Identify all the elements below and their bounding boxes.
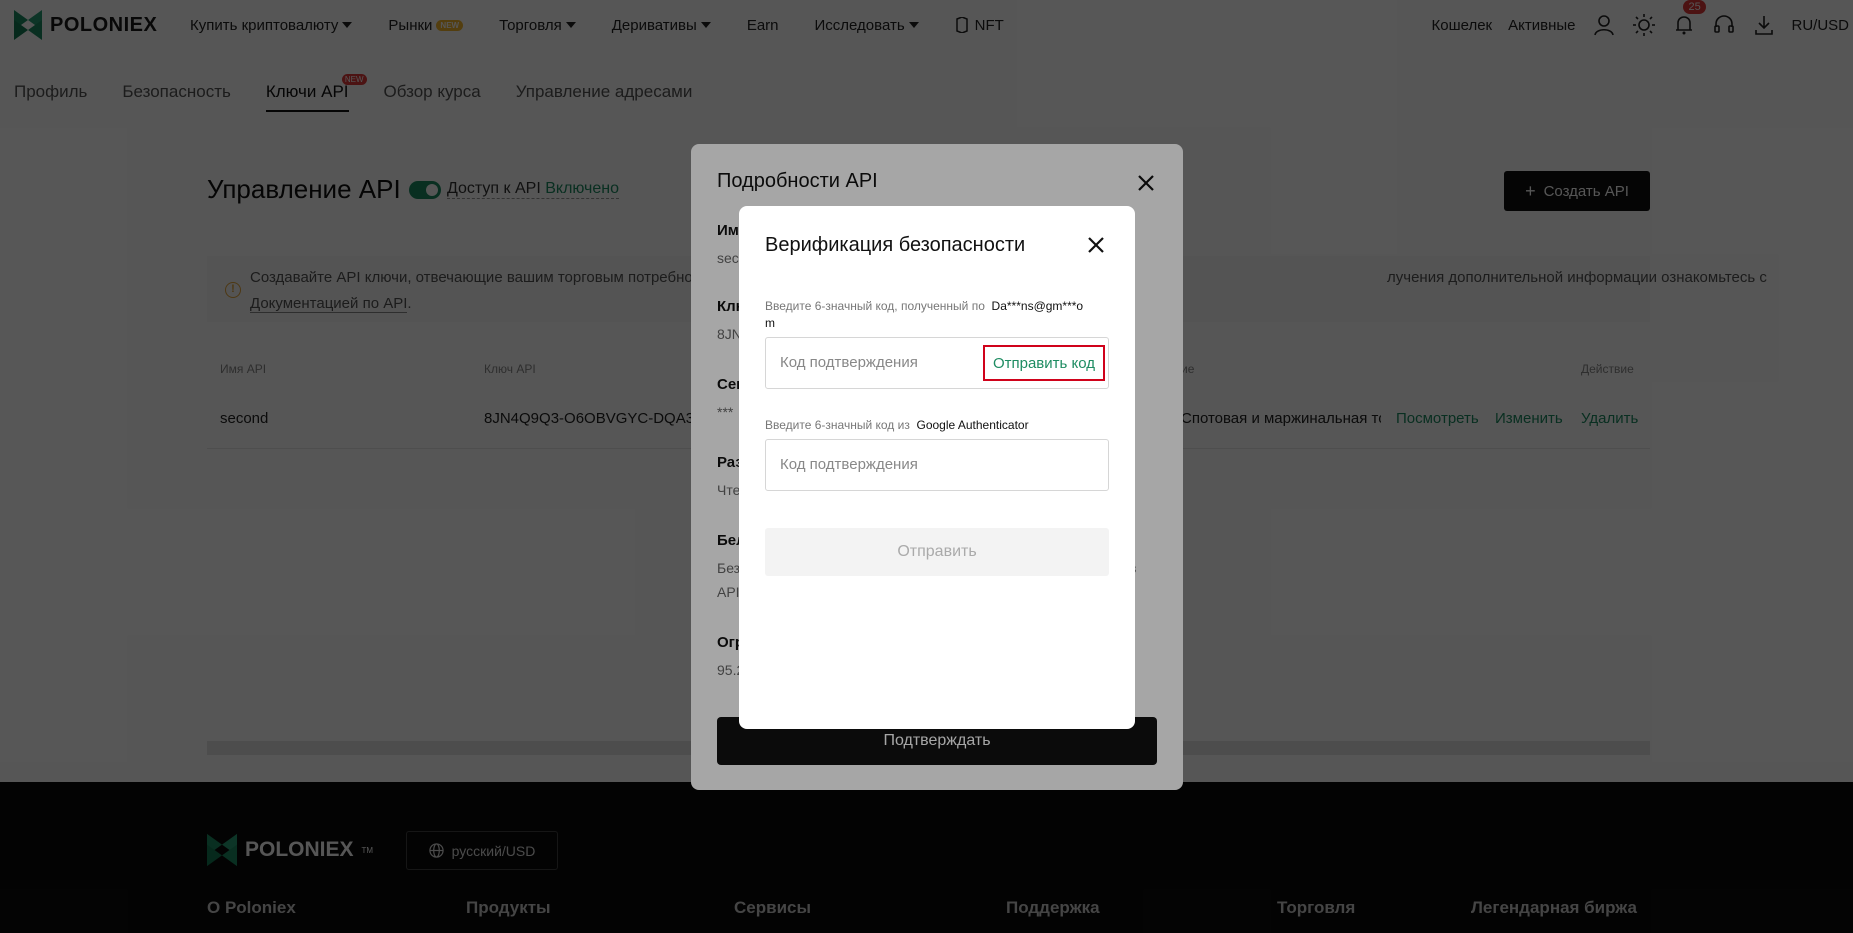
ga-code-placeholder: Код подтверждения bbox=[780, 456, 918, 473]
security-verification-modal: Верификация безопасности Введите 6-значн… bbox=[739, 206, 1135, 729]
email-hint-text: Введите 6-значный код, полученный по bbox=[765, 299, 985, 313]
ga-code-input[interactable]: Код подтверждения bbox=[765, 439, 1109, 491]
email-code-input[interactable]: Код подтверждения Отправить код bbox=[765, 337, 1109, 389]
email-code-placeholder: Код подтверждения bbox=[780, 354, 918, 371]
email-code-hint: Введите 6-значный код, полученный по Da*… bbox=[765, 298, 1115, 332]
submit-button[interactable]: Отправить bbox=[765, 528, 1109, 576]
ga-app-name: Google Authenticator bbox=[916, 418, 1029, 432]
verification-title: Верификация безопасности bbox=[765, 234, 1026, 256]
ga-code-hint: Введите 6-значный код из Google Authenti… bbox=[765, 417, 1115, 434]
close-icon[interactable] bbox=[1087, 236, 1105, 254]
ga-hint-text: Введите 6-значный код из bbox=[765, 418, 910, 432]
masked-email: Da***ns@gm***o bbox=[991, 299, 1084, 313]
send-code-button[interactable]: Отправить код bbox=[982, 345, 1105, 381]
masked-email-tail: m bbox=[765, 316, 775, 330]
